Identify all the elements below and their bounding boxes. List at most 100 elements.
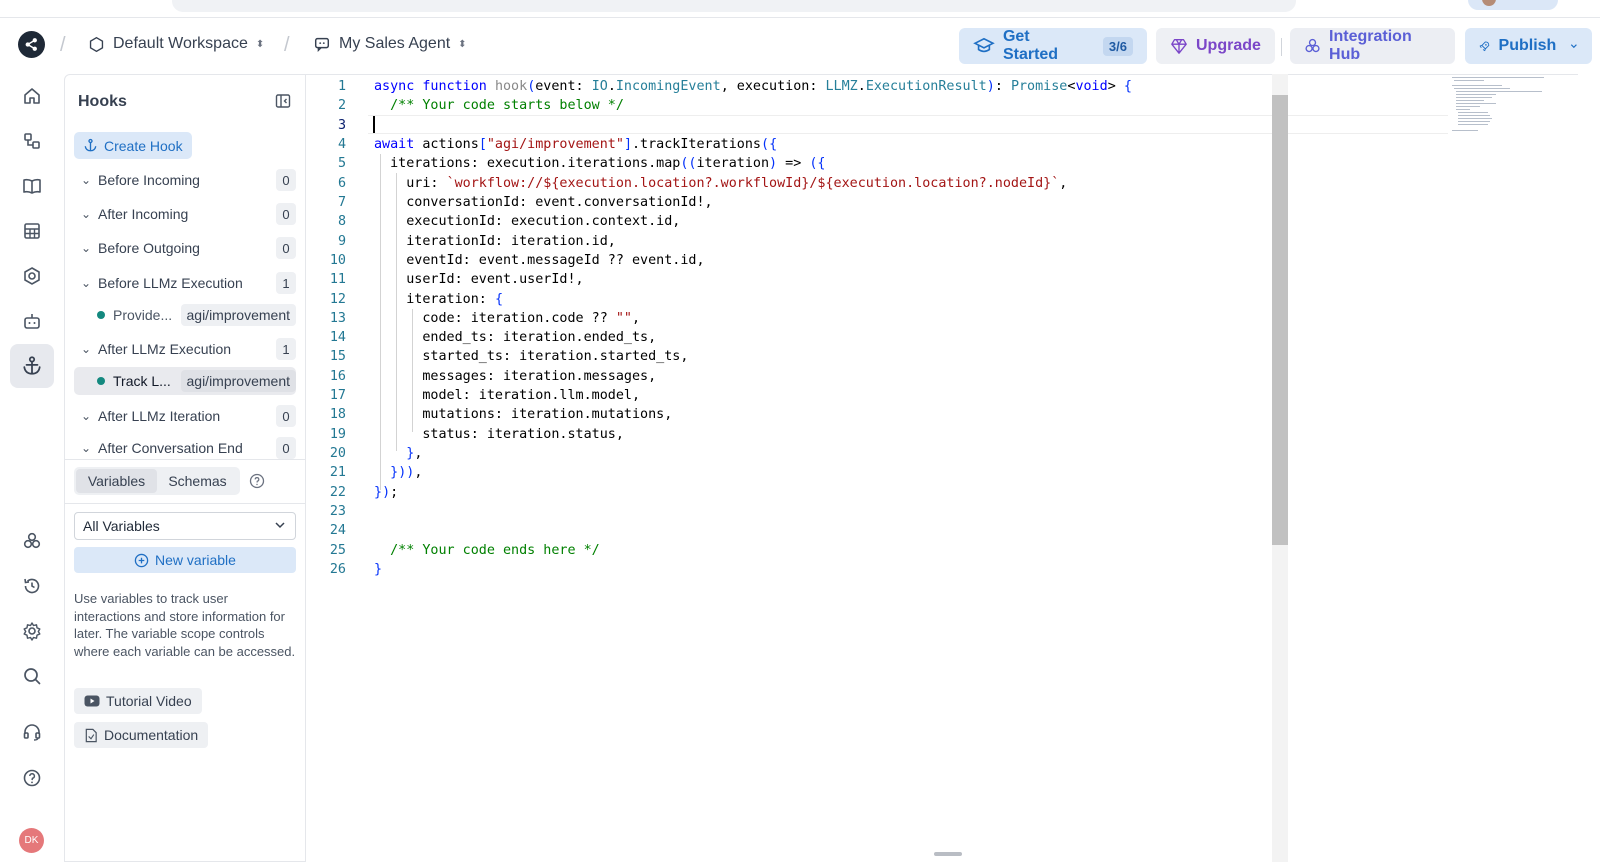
code-line[interactable]: 11 userId: event.userId!, <box>306 270 1576 290</box>
tutorial-video-button[interactable]: Tutorial Video <box>74 688 202 714</box>
code-line[interactable]: 23 <box>306 502 1576 522</box>
hook-item-selected[interactable]: Track L... agi/improvement <box>74 367 296 395</box>
line-number: 11 <box>329 272 346 288</box>
code-line[interactable]: 24 <box>306 521 1576 541</box>
code-line[interactable]: 13 code: iteration.code ?? "", <box>306 309 1576 329</box>
line-number: 17 <box>329 388 346 404</box>
minimap[interactable] <box>1446 75 1546 135</box>
code-line[interactable]: 20 }, <box>306 444 1576 464</box>
code-line[interactable]: 1 async function hook(event: IO.IncomingE… <box>306 77 1576 97</box>
workspace-switcher[interactable]: Default Workspace ⬍ <box>88 35 264 53</box>
app-logo-icon[interactable] <box>18 31 45 58</box>
agent-name: My Sales Agent <box>339 35 451 52</box>
line-number: 25 <box>329 542 346 558</box>
hook-group-label: After Incoming <box>98 206 189 222</box>
code-line[interactable]: 2 /** Your code starts below */ <box>306 96 1576 116</box>
code-line[interactable]: 17 model: iteration.llm.model, <box>306 386 1576 406</box>
headset-icon[interactable] <box>10 710 54 754</box>
hook-item[interactable]: Provide... agi/improvement <box>74 301 296 329</box>
agent-switcher[interactable]: My Sales Agent ⬍ <box>313 35 467 53</box>
search-icon[interactable] <box>10 654 54 698</box>
code-line[interactable]: 12 iteration: { <box>306 290 1576 310</box>
line-text: await actions["agi/improvement"].trackIt… <box>374 136 778 152</box>
workspace-name: Default Workspace <box>113 35 248 52</box>
code-line[interactable]: 18 mutations: iteration.mutations, <box>306 405 1576 425</box>
code-line[interactable]: 7 conversationId: event.conversationId!, <box>306 193 1576 213</box>
code-line[interactable]: 25 /** Your code ends here */ <box>306 541 1576 561</box>
editor-scrollbar-thumb[interactable] <box>1272 95 1288 545</box>
code-line[interactable]: 16 messages: iteration.messages, <box>306 367 1576 387</box>
hook-count-badge: 0 <box>276 169 296 191</box>
line-number: 3 <box>337 117 346 133</box>
hook-group-before-outgoing[interactable]: ⌄ Before Outgoing 0 <box>74 235 296 261</box>
flow-icon[interactable] <box>10 119 54 163</box>
address-bar[interactable] <box>172 0 1296 12</box>
hooks-panel: Hooks Create Hook ⌄ Before Incoming 0 ⌄ … <box>64 74 306 862</box>
code-line[interactable]: 10 eventId: event.messageId ?? event.id, <box>306 251 1576 271</box>
hook-group-before-llmz-execution[interactable]: ⌄ Before LLMz Execution 1 <box>74 270 296 296</box>
hook-group-after-incoming[interactable]: ⌄ After Incoming 0 <box>74 201 296 227</box>
book-icon[interactable] <box>10 164 54 208</box>
avatar[interactable]: DK <box>19 828 44 853</box>
hook-count-badge: 0 <box>276 405 296 427</box>
code-editor[interactable]: 1 async function hook(event: IO.IncomingE… <box>306 74 1578 862</box>
hexagon-settings-icon[interactable] <box>10 254 54 298</box>
line-text: started_ts: iteration.started_ts, <box>374 349 689 365</box>
collapse-panel-icon[interactable] <box>275 93 291 114</box>
line-number: 19 <box>329 426 346 442</box>
line-number: 6 <box>337 175 346 191</box>
help-circle-icon[interactable] <box>249 473 265 494</box>
upgrade-button[interactable]: Upgrade <box>1156 28 1275 64</box>
hook-group-before-incoming[interactable]: ⌄ Before Incoming 0 <box>74 167 296 193</box>
hook-item-tag: agi/improvement <box>180 304 296 326</box>
tab-variables[interactable]: Variables <box>76 469 157 493</box>
get-started-button[interactable]: Get Started 3/6 <box>959 28 1147 64</box>
chevron-down-icon: ⌄ <box>80 409 92 423</box>
history-icon[interactable] <box>10 564 54 608</box>
table-icon[interactable] <box>10 209 54 253</box>
browser-profile[interactable] <box>1468 0 1558 10</box>
hook-group-after-llmz-execution[interactable]: ⌄ After LLMz Execution 1 <box>74 336 296 362</box>
integrations-icon[interactable] <box>10 519 54 563</box>
anchor-icon[interactable] <box>10 344 54 388</box>
divider <box>65 459 305 460</box>
line-number: 1 <box>337 79 346 94</box>
code-line[interactable]: 14 ended_ts: iteration.ended_ts, <box>306 328 1576 348</box>
line-number: 24 <box>329 523 346 539</box>
code-line[interactable]: 3 <box>306 116 1576 136</box>
code-line[interactable]: 6 uri: `workflow://${execution.location?… <box>306 174 1576 194</box>
new-variable-button[interactable]: New variable <box>74 547 296 573</box>
hook-group-label: After Conversation End <box>98 440 243 456</box>
hook-item-tag: agi/improvement <box>180 370 296 392</box>
help-icon[interactable] <box>10 756 54 800</box>
divider <box>65 503 305 504</box>
publish-button[interactable]: Publish <box>1465 28 1592 64</box>
code-line[interactable]: 9 iterationId: iteration.id, <box>306 232 1576 252</box>
chevron-down-icon: ⌄ <box>80 207 92 221</box>
line-text: async function hook(event: IO.IncomingEv… <box>374 79 1132 94</box>
code-line[interactable]: 21 })), <box>306 463 1576 483</box>
documentation-button[interactable]: Documentation <box>74 722 209 748</box>
hook-group-after-llmz-iteration[interactable]: ⌄ After LLMz Iteration 0 <box>74 403 296 429</box>
code-line[interactable]: 4 await actions["agi/improvement"].trackI… <box>306 135 1576 155</box>
resize-handle[interactable] <box>934 852 962 856</box>
integration-hub-button[interactable]: Integration Hub <box>1290 28 1455 64</box>
tab-schemas[interactable]: Schemas <box>157 469 238 493</box>
variables-filter-select[interactable]: All Variables <box>74 512 296 540</box>
code-line[interactable]: 22}); <box>306 483 1576 503</box>
hook-count-badge: 1 <box>276 272 296 294</box>
create-hook-button[interactable]: Create Hook <box>74 132 192 159</box>
line-text: status: iteration.status, <box>374 426 624 442</box>
home-icon[interactable] <box>10 74 54 118</box>
gear-icon[interactable] <box>10 609 54 653</box>
line-text: /** Your code starts below */ <box>374 98 624 114</box>
code-line[interactable]: 19 status: iteration.status, <box>306 425 1576 445</box>
code-line[interactable]: 15 started_ts: iteration.started_ts, <box>306 347 1576 367</box>
hook-group-after-conversation-end[interactable]: ⌄ After Conversation End 0 <box>74 435 296 461</box>
code-line[interactable]: 8 executionId: execution.context.id, <box>306 212 1576 232</box>
code-line[interactable]: 26} <box>306 560 1576 580</box>
upgrade-label: Upgrade <box>1196 37 1261 54</box>
bot-icon[interactable] <box>10 299 54 343</box>
line-number: 15 <box>329 349 346 365</box>
code-line[interactable]: 5 iterations: execution.iterations.map((… <box>306 154 1576 174</box>
